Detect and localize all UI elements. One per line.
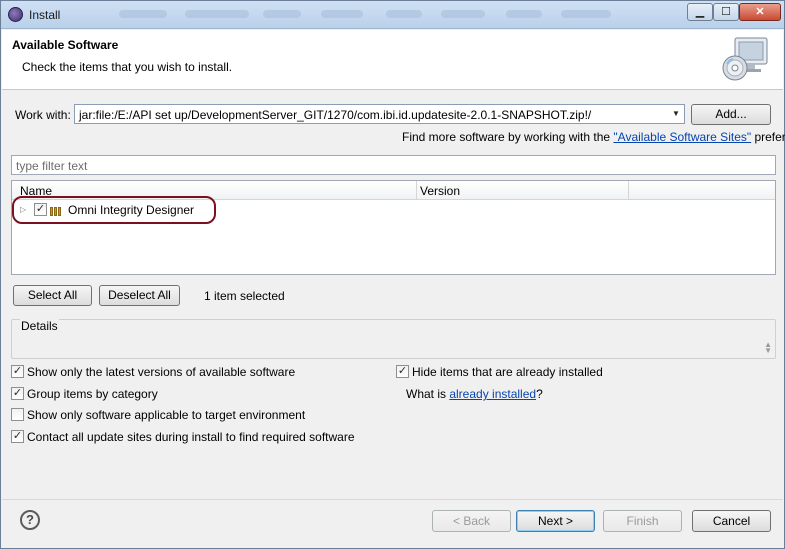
column-version[interactable]: Version bbox=[420, 184, 460, 198]
available-software-sites-link[interactable]: "Available Software Sites" bbox=[613, 130, 751, 144]
column-divider[interactable] bbox=[416, 181, 417, 200]
blurred-title-text bbox=[386, 10, 422, 18]
latest-versions-label: Show only the latest versions of availab… bbox=[27, 365, 296, 379]
hint-prefix: Find more software by working with the bbox=[402, 130, 614, 144]
hide-installed-checkbox[interactable]: ✓ bbox=[396, 365, 409, 378]
already-installed-link[interactable]: already installed bbox=[449, 387, 536, 401]
install-cd-icon bbox=[722, 37, 768, 81]
minimize-button[interactable]: ▁ bbox=[687, 3, 713, 21]
next-button[interactable]: Next > bbox=[516, 510, 595, 532]
blurred-title-text bbox=[506, 10, 542, 18]
work-with-combo[interactable]: jar:file:/E:/API set up/DevelopmentServe… bbox=[74, 104, 685, 124]
what-is-prefix: What is bbox=[406, 387, 450, 401]
what-is-suffix: ? bbox=[536, 387, 543, 401]
footer-divider bbox=[2, 499, 783, 500]
details-panel[interactable]: Details ▲ ▼ bbox=[11, 319, 776, 359]
group-by-category-checkbox[interactable]: ✓ bbox=[11, 387, 24, 400]
back-button[interactable]: < Back bbox=[432, 510, 511, 532]
scroll-arrows-icon[interactable]: ▲ ▼ bbox=[764, 341, 772, 355]
add-site-button[interactable]: Add... bbox=[691, 104, 771, 125]
blurred-title-text bbox=[561, 10, 611, 18]
work-with-value: jar:file:/E:/API set up/DevelopmentServe… bbox=[79, 108, 592, 122]
install-dialog: Install ▁ ☐ ✕ Available Software Check t… bbox=[0, 0, 785, 549]
column-divider[interactable] bbox=[628, 181, 629, 200]
deselect-all-button[interactable]: Deselect All bbox=[99, 285, 180, 306]
blurred-title-text bbox=[263, 10, 301, 18]
blurred-title-text bbox=[119, 10, 167, 18]
work-with-label: Work with: bbox=[15, 108, 71, 122]
maximize-button[interactable]: ☐ bbox=[713, 3, 739, 21]
contact-all-sites-label: Contact all update sites during install … bbox=[27, 430, 355, 444]
close-button[interactable]: ✕ bbox=[739, 3, 781, 21]
title-bar[interactable]: Install ▁ ☐ ✕ bbox=[1, 1, 784, 29]
select-all-button[interactable]: Select All bbox=[13, 285, 92, 306]
blurred-title-text bbox=[441, 10, 485, 18]
find-more-hint: Find more software by working with the "… bbox=[402, 130, 785, 144]
finish-button[interactable]: Finish bbox=[603, 510, 682, 532]
group-by-category-label: Group items by category bbox=[27, 387, 158, 401]
chevron-down-icon[interactable]: ▼ bbox=[668, 105, 684, 123]
page-title: Available Software bbox=[12, 38, 119, 52]
target-environment-label: Show only software applicable to target … bbox=[27, 408, 306, 422]
software-tree-table[interactable]: Name Version ▷ ✓ Omni Integrity Designer bbox=[11, 180, 776, 275]
window-title: Install bbox=[29, 8, 61, 22]
what-is-installed: What is already installed? bbox=[406, 387, 543, 401]
eclipse-icon bbox=[8, 7, 23, 22]
latest-versions-checkbox[interactable]: ✓ bbox=[11, 365, 24, 378]
help-icon[interactable]: ? bbox=[20, 510, 40, 530]
contact-all-sites-checkbox[interactable]: ✓ bbox=[11, 430, 24, 443]
annotation-highlight-ring bbox=[12, 196, 216, 224]
blurred-title-text bbox=[185, 10, 249, 18]
selection-status: 1 item selected bbox=[204, 289, 285, 303]
header-banner: Available Software Check the items that … bbox=[2, 30, 783, 90]
page-description: Check the items that you wish to install… bbox=[22, 60, 233, 74]
hide-installed-label: Hide items that are already installed bbox=[412, 365, 603, 379]
filter-placeholder: type filter text bbox=[16, 159, 88, 173]
filter-input[interactable]: type filter text bbox=[11, 155, 776, 175]
blurred-title-text bbox=[321, 10, 363, 18]
details-label: Details bbox=[20, 319, 59, 333]
hint-suffix: preferences. bbox=[754, 130, 785, 144]
cancel-button[interactable]: Cancel bbox=[692, 510, 771, 532]
target-environment-checkbox[interactable] bbox=[11, 408, 24, 421]
